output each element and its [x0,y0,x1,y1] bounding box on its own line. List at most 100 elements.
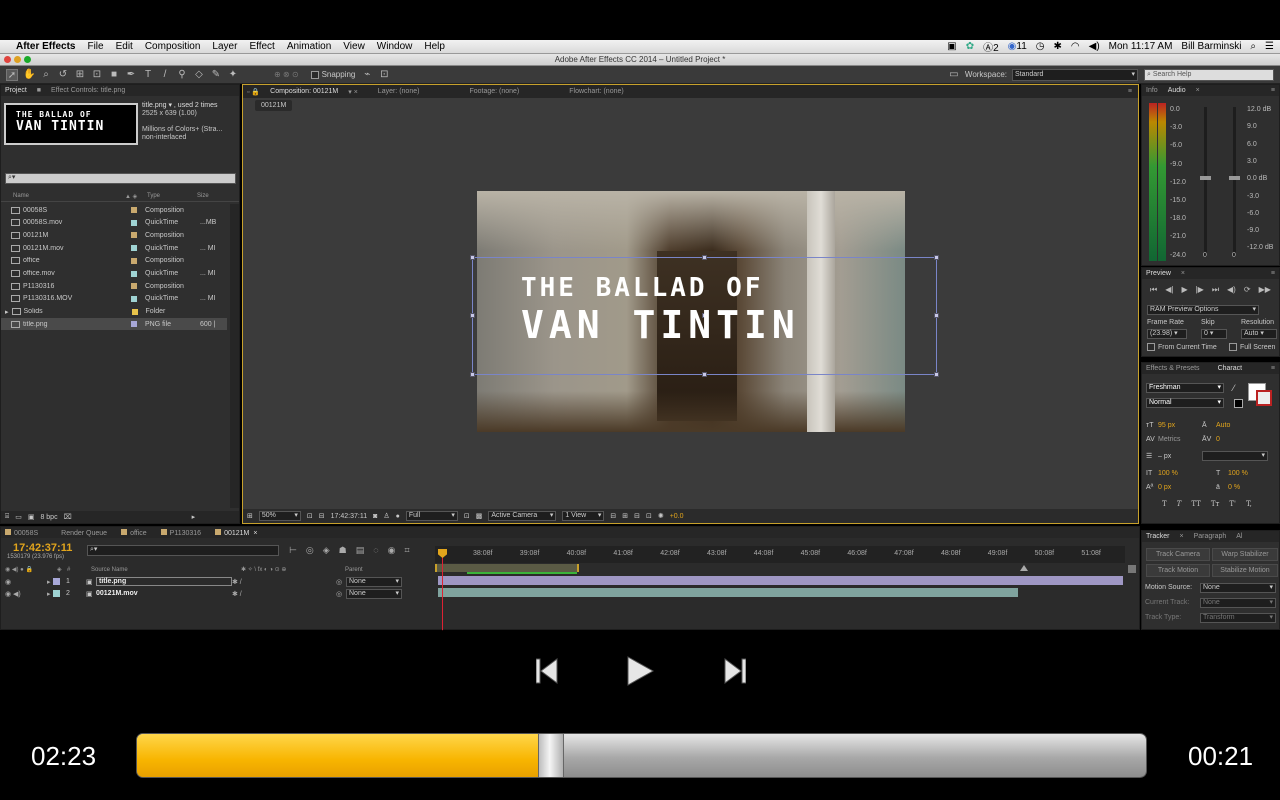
close-window-icon[interactable] [4,56,11,63]
subscript-button[interactable]: T, [1246,500,1252,508]
timeline-layer-row[interactable]: ◉ ◀) ▸ 2 ▣ 00121M.mov ✱ / ◎ None ▾ [1,588,433,599]
frame-blending-icon[interactable]: ▤ [356,545,365,556]
mute-audio-icon[interactable]: ◀) [1227,285,1236,295]
timeline-tab[interactable]: 00058S [5,528,42,537]
clone-stamp-tool-icon[interactable]: ⚲ [176,69,188,81]
transform-handle[interactable] [934,255,939,260]
snapping-toggle[interactable]: Snapping [310,70,355,79]
project-item-row[interactable]: P1130316.MOV QuickTime ... MI [1,293,227,305]
full-screen-toggle[interactable]: Full Screen [1229,343,1275,351]
transform-handle[interactable] [470,372,475,377]
tab-tracker[interactable]: Tracker [1146,533,1169,540]
layer-source-name[interactable]: 00121M.mov [96,590,232,597]
label-color-swatch[interactable] [131,308,138,315]
comp-title-text[interactable]: THE BALLAD OF VAN TINTIN [521,273,800,347]
label-color-swatch[interactable] [131,270,137,277]
project-item-row[interactable]: 00121M.mov QuickTime ... MI [1,242,227,254]
col-size-header[interactable]: Size [197,193,209,199]
exposure-value[interactable]: +0.0 [670,513,684,520]
menu-clock[interactable]: Mon 11:17 AM [1109,41,1173,52]
new-comp-icon[interactable]: ▣ [28,513,35,521]
current-track-select[interactable]: None ▾ [1200,598,1276,608]
rotation-tool-icon[interactable]: ↺ [57,69,69,81]
layer-2-duration-bar[interactable] [438,588,1018,597]
menu-effect[interactable]: Effect [249,41,274,52]
tab-effects-presets[interactable]: Effects & Presets [1146,365,1200,372]
menu-layer[interactable]: Layer [212,41,237,52]
close-tab-icon[interactable]: × [1179,533,1183,540]
tab-composition[interactable]: Composition: 00121M [270,88,338,95]
warp-stabilizer-button[interactable]: Warp Stabilizer [1212,548,1278,561]
font-family-select[interactable]: Freshman ▾ [1146,383,1224,393]
track-motion-button[interactable]: Track Motion [1146,564,1210,577]
layer-switches[interactable]: ✱ / [232,578,336,586]
layer-av-switches[interactable]: ◉ [5,578,47,586]
play-button[interactable] [626,656,655,688]
show-snapshot-icon[interactable]: ♙ [383,512,389,520]
project-item-row[interactable]: office Composition [1,255,227,267]
next-frame-icon[interactable]: |▶ [1196,285,1204,295]
menu-file[interactable]: File [87,41,103,52]
fast-previews-icon[interactable]: ⊞ [622,512,628,520]
draft-3d-icon[interactable]: ◈ [323,545,330,556]
comp-mini-flowchart-icon[interactable]: ⊢ [289,545,297,556]
safe-zones-icon[interactable]: ⊡ [307,512,313,520]
type-tool-icon[interactable]: T [142,69,154,81]
time-ruler[interactable]: 38:08f 39:08f 40:08f 41:08f 42:08f 43:08f 44:0… [435,546,1125,563]
live-update-icon[interactable]: ◎ [306,545,314,556]
transform-handle[interactable] [702,255,707,260]
eraser-tool-icon[interactable]: ◇ [193,69,205,81]
project-item-row[interactable]: title.png PNG file 600 | [1,318,227,331]
comp-name-chip[interactable]: 00121M [255,100,293,111]
layer-source-name[interactable]: title.png [96,577,232,586]
workspace-select[interactable]: Standard ▾ [1012,68,1138,81]
label-color-swatch[interactable] [131,283,137,290]
transform-handle[interactable] [934,372,939,377]
transparency-grid-icon[interactable]: ▩ [476,512,483,520]
snapping-checkbox[interactable] [310,70,319,79]
label-color-swatch[interactable] [131,245,137,252]
comp-timecode[interactable]: 17:42:37:11 [331,513,367,520]
progress-bar[interactable] [136,733,1147,778]
tab-footage[interactable]: Footage: (none) [469,88,519,95]
project-item-row[interactable]: P1130316 Composition [1,280,227,292]
region-of-interest-icon[interactable]: ⊡ [464,512,470,520]
tsume-value[interactable]: 0 % [1228,484,1240,491]
track-camera-button[interactable]: Track Camera [1146,548,1210,561]
hand-tool-icon[interactable]: ✋ [23,69,35,81]
col-source-header[interactable]: Source Name [91,567,241,573]
motion-blur-icon[interactable]: ◌ [373,545,378,556]
small-caps-button[interactable]: Tт [1211,500,1220,508]
mask-visibility-icon[interactable]: ⊟ [319,512,325,520]
reset-exposure-icon[interactable]: ✺ [658,512,664,520]
menu-edit[interactable]: Edit [116,41,133,52]
minimize-window-icon[interactable] [14,56,21,63]
transform-handle[interactable] [470,255,475,260]
parent-select[interactable]: None ▾ [346,576,402,587]
last-frame-icon[interactable]: ⏭ [1212,285,1219,295]
faux-bold-button[interactable]: T [1162,500,1167,508]
full-screen-checkbox[interactable] [1229,343,1237,351]
time-machine-icon[interactable]: ◷ [1036,41,1045,52]
faux-italic-button[interactable]: T [1177,500,1182,508]
menu-composition[interactable]: Composition [145,41,201,52]
resolution-select[interactable]: Auto ▾ [1241,329,1277,339]
font-style-select[interactable]: Normal ▾ [1146,398,1224,408]
brush-tool-icon[interactable]: / [159,69,171,81]
layer-label-swatch[interactable] [53,590,60,597]
timeline-timecode[interactable]: 17:42:37:11 [13,542,72,554]
stroke-style-select[interactable]: ▾ [1202,451,1268,461]
leading-value[interactable]: Auto [1216,422,1246,429]
scroll-right-icon[interactable]: ▸ [192,513,196,521]
search-help-input[interactable]: ⌕ Search Help [1144,68,1274,81]
horizontal-scale-value[interactable]: 100 % [1228,470,1248,477]
current-time-indicator[interactable] [442,549,443,631]
vertical-scale-value[interactable]: 100 % [1158,470,1216,477]
marker-icon[interactable] [1020,565,1028,571]
stabilize-motion-button[interactable]: Stabilize Motion [1212,564,1278,577]
audio-slider-track-left[interactable] [1204,107,1207,257]
audio-slider-track-right[interactable] [1233,107,1236,257]
tab-character[interactable]: Charact [1218,365,1243,372]
next-button[interactable] [724,658,747,686]
motion-source-select[interactable]: None ▾ [1200,583,1276,593]
